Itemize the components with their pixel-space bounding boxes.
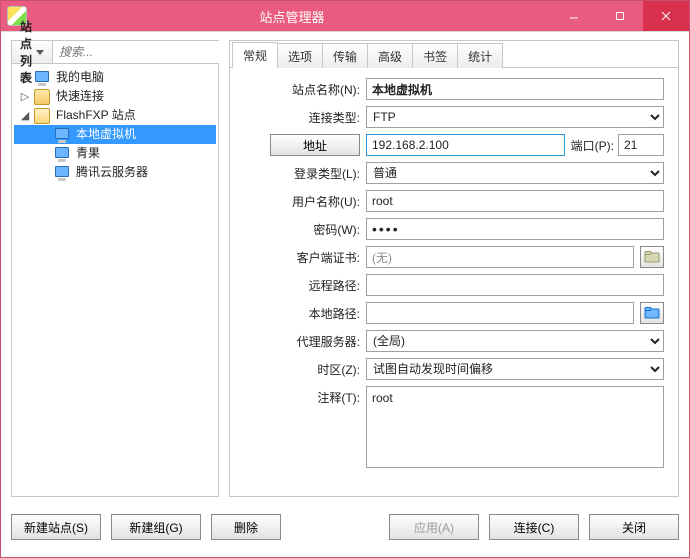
notes-label: 注释(T): bbox=[230, 386, 366, 406]
folder-icon bbox=[34, 89, 50, 105]
computer-icon bbox=[34, 70, 50, 86]
remote-path-label: 远程路径: bbox=[230, 277, 366, 294]
tab-options[interactable]: 选项 bbox=[277, 43, 323, 68]
tab-advanced[interactable]: 高级 bbox=[367, 43, 413, 68]
login-type-label: 登录类型(L): bbox=[230, 165, 366, 182]
site-manager-window: 站点管理器 站点列表 bbox=[0, 0, 690, 558]
window-controls bbox=[551, 1, 689, 31]
local-path-browse-button[interactable] bbox=[640, 302, 664, 324]
client-cert-browse-button[interactable] bbox=[640, 246, 664, 268]
tree-label: 我的电脑 bbox=[54, 68, 106, 87]
tree-node-quick-connect[interactable]: ▷ 快速连接 bbox=[14, 87, 216, 106]
client-cert-label: 客户端证书: bbox=[230, 249, 366, 266]
login-type-select[interactable]: 普通 bbox=[366, 162, 664, 184]
tree-node-tencent[interactable]: 腾讯云服务器 bbox=[14, 163, 216, 182]
new-group-button[interactable]: 新建组(G) bbox=[111, 514, 201, 540]
port-input[interactable] bbox=[618, 134, 664, 156]
address-button[interactable]: 地址 bbox=[270, 134, 360, 156]
site-name-input[interactable] bbox=[366, 78, 664, 100]
general-form: 站点名称(N): 连接类型: FTP 地址 bbox=[230, 68, 678, 496]
tab-bar: 常规 选项 传输 高级 书签 统计 bbox=[230, 41, 678, 68]
site-list-dropdown[interactable]: 站点列表 bbox=[12, 41, 53, 63]
folder-icon bbox=[644, 306, 660, 320]
folder-open-icon bbox=[34, 108, 50, 124]
left-panel: 站点列表 ▷ 我的电脑 ▷ 快速连接 bbox=[11, 40, 219, 497]
computer-icon bbox=[54, 165, 70, 181]
client-cert-input bbox=[366, 246, 634, 268]
dialog-close-button[interactable]: 关闭 bbox=[589, 514, 679, 540]
minimize-icon bbox=[569, 11, 579, 21]
tab-bookmarks[interactable]: 书签 bbox=[412, 43, 458, 68]
chevron-down-icon bbox=[36, 50, 44, 55]
minimize-button[interactable] bbox=[551, 1, 597, 31]
browse-icon bbox=[644, 250, 660, 264]
connect-button[interactable]: 连接(C) bbox=[489, 514, 579, 540]
site-tree[interactable]: ▷ 我的电脑 ▷ 快速连接 ◢ FlashFXP 站点 bbox=[11, 64, 219, 497]
tree-node-qingguo[interactable]: 青果 bbox=[14, 144, 216, 163]
timezone-select[interactable]: 试图自动发现时间偏移 bbox=[366, 358, 664, 380]
tree-label: 快速连接 bbox=[54, 87, 106, 106]
site-list-label: 站点列表 bbox=[20, 18, 32, 86]
left-panel-header: 站点列表 bbox=[11, 40, 219, 64]
close-icon bbox=[661, 11, 671, 21]
username-input[interactable] bbox=[366, 190, 664, 212]
new-site-button[interactable]: 新建站点(S) bbox=[11, 514, 101, 540]
maximize-button[interactable] bbox=[597, 1, 643, 31]
local-path-input[interactable] bbox=[366, 302, 634, 324]
password-label: 密码(W): bbox=[230, 221, 366, 238]
proxy-select[interactable]: (全局) bbox=[366, 330, 664, 352]
right-panel: 常规 选项 传输 高级 书签 统计 站点名称(N): 连接类型: F bbox=[229, 40, 679, 497]
notes-textarea[interactable] bbox=[366, 386, 664, 468]
tree-node-local-vm[interactable]: 本地虚拟机 bbox=[14, 125, 216, 144]
maximize-icon bbox=[615, 11, 625, 21]
close-button[interactable] bbox=[643, 1, 689, 31]
address-input[interactable] bbox=[366, 134, 565, 156]
remote-path-input[interactable] bbox=[366, 274, 664, 296]
timezone-label: 时区(Z): bbox=[230, 361, 366, 378]
connection-type-label: 连接类型: bbox=[230, 109, 366, 126]
computer-icon bbox=[54, 146, 70, 162]
expand-toggle[interactable]: ◢ bbox=[16, 107, 34, 125]
tree-node-my-computer[interactable]: ▷ 我的电脑 bbox=[14, 68, 216, 87]
tab-general[interactable]: 常规 bbox=[232, 42, 278, 68]
window-body: 站点列表 ▷ 我的电脑 ▷ 快速连接 bbox=[1, 31, 689, 557]
password-input[interactable] bbox=[366, 218, 664, 240]
apply-button[interactable]: 应用(A) bbox=[389, 514, 479, 540]
tab-stats[interactable]: 统计 bbox=[457, 43, 503, 68]
username-label: 用户名称(U): bbox=[230, 193, 366, 210]
tree-label: 本地虚拟机 bbox=[74, 125, 138, 144]
port-label: 端口(P): bbox=[571, 137, 614, 154]
tree-node-flashfxp[interactable]: ◢ FlashFXP 站点 bbox=[14, 106, 216, 125]
expand-toggle[interactable]: ▷ bbox=[16, 88, 34, 106]
proxy-label: 代理服务器: bbox=[230, 333, 366, 350]
tab-transfer[interactable]: 传输 bbox=[322, 43, 368, 68]
search-input[interactable] bbox=[53, 41, 222, 63]
footer: 新建站点(S) 新建组(G) 删除 应用(A) 连接(C) 关闭 bbox=[11, 497, 679, 547]
tree-label: 青果 bbox=[74, 144, 102, 163]
titlebar: 站点管理器 bbox=[1, 1, 689, 31]
tree-label: 腾讯云服务器 bbox=[74, 163, 150, 182]
tree-label: FlashFXP 站点 bbox=[54, 106, 138, 125]
window-title: 站点管理器 bbox=[33, 7, 551, 26]
connection-type-select[interactable]: FTP bbox=[366, 106, 664, 128]
delete-button[interactable]: 删除 bbox=[211, 514, 281, 540]
local-path-label: 本地路径: bbox=[230, 305, 366, 322]
computer-icon bbox=[54, 127, 70, 143]
site-name-label: 站点名称(N): bbox=[230, 81, 366, 98]
